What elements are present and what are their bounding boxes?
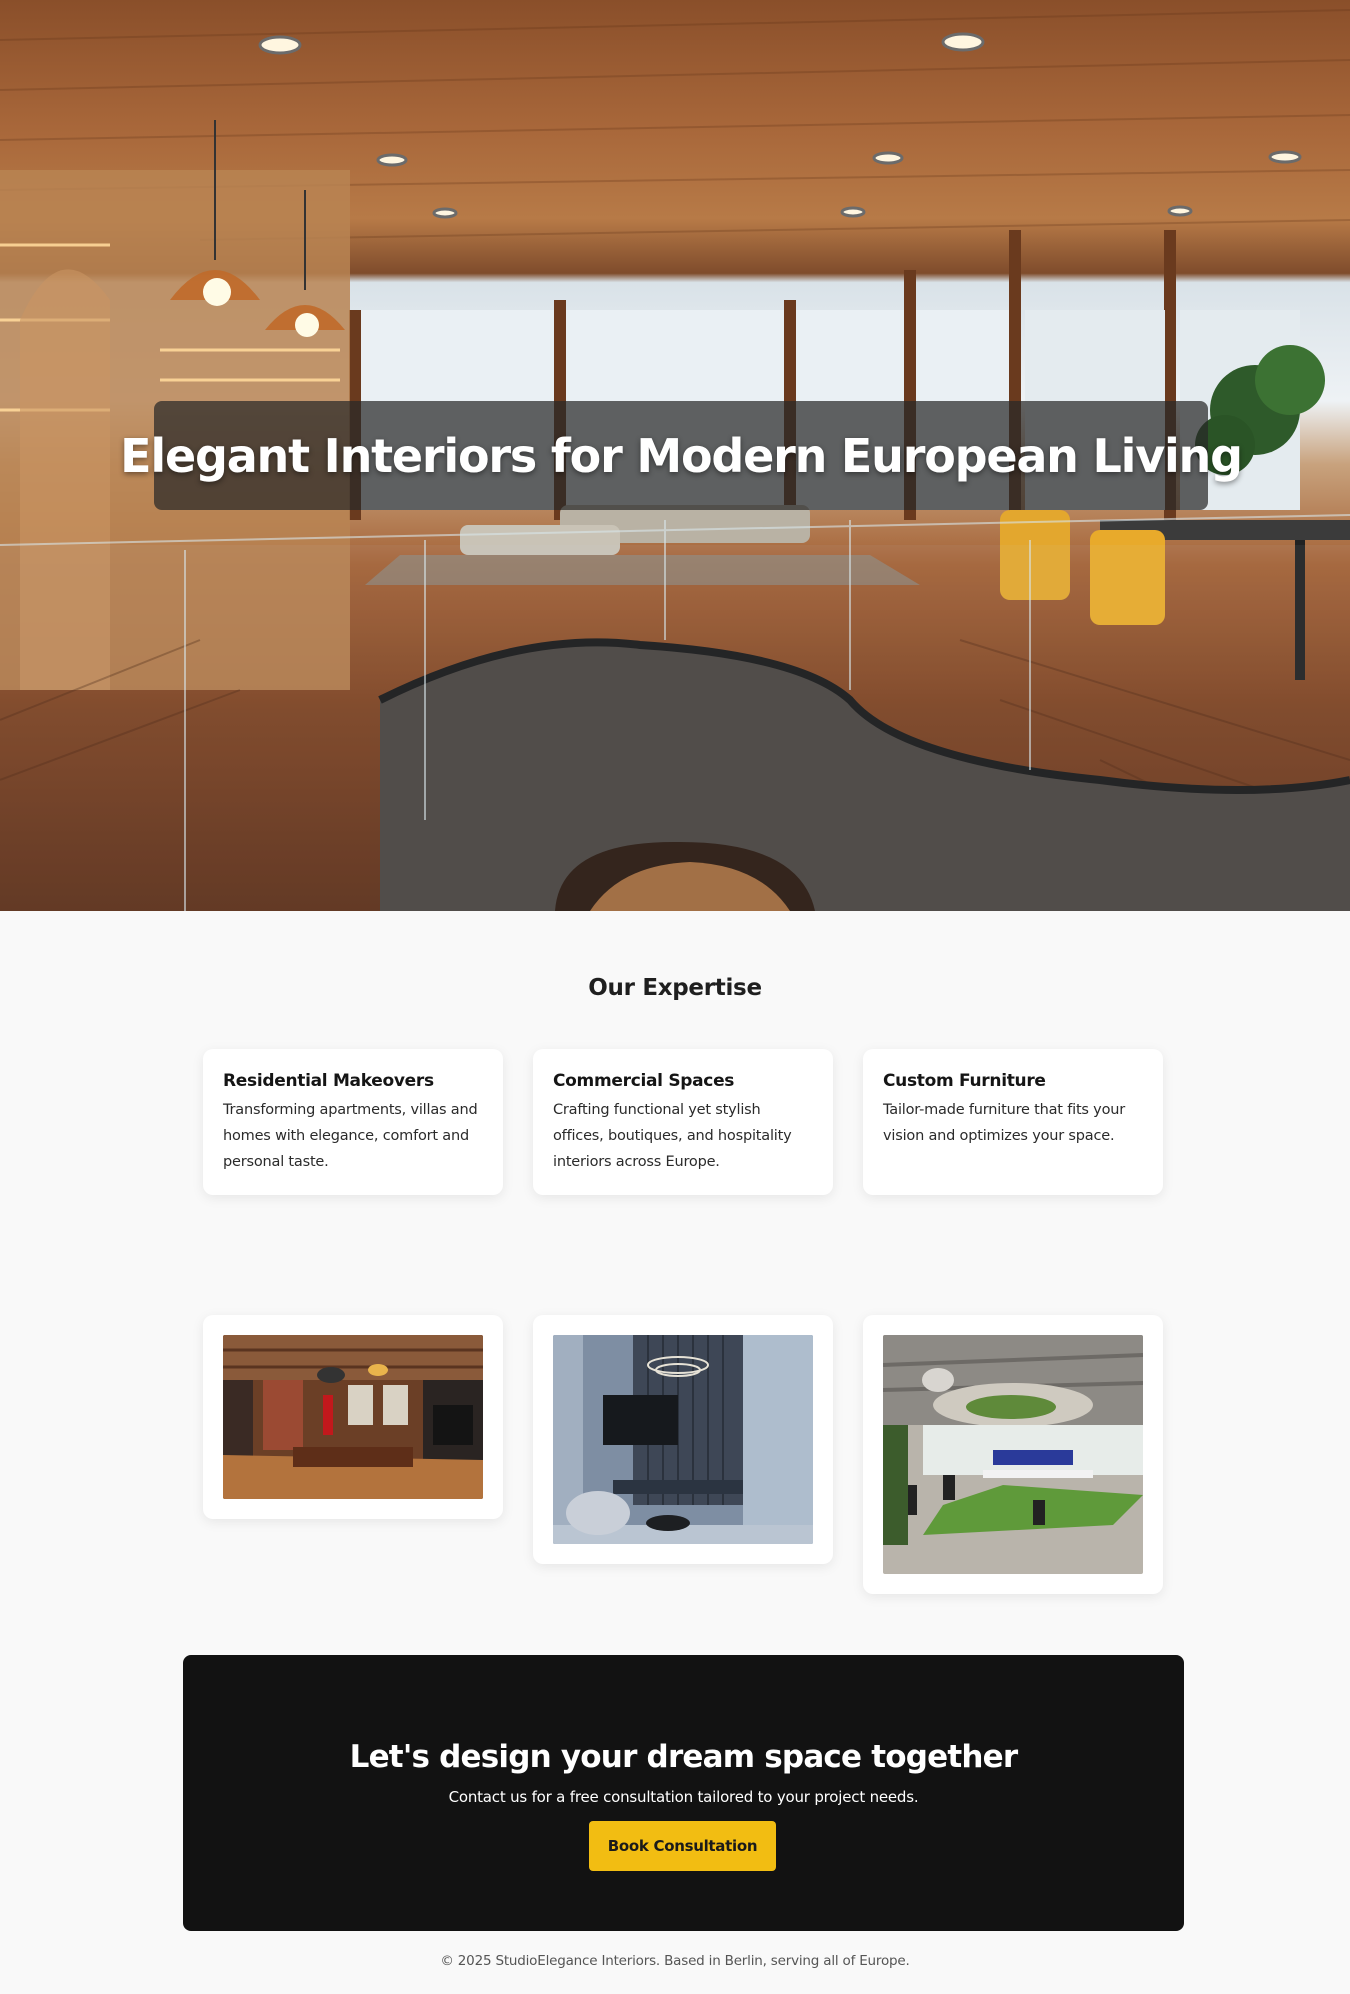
footer-text: © 2025 StudioElegance Interiors. Based i… (440, 1953, 910, 1969)
service-card-title: Custom Furniture (883, 1071, 1046, 1091)
cta-subtitle: Contact us for a free consultation tailo… (448, 1788, 919, 1806)
cta-title: Let's design your dream space together (349, 1739, 1019, 1775)
gallery-image-loft (223, 1335, 483, 1499)
service-card-furniture: Custom Furniture Tailor-made furniture t… (863, 1049, 1163, 1195)
gallery-card-loft (203, 1315, 503, 1519)
cta-section: Let's design your dream space together C… (183, 1655, 1184, 1931)
gallery-card-living-room (533, 1315, 833, 1564)
hero-banner: Elegant Interiors for Modern European Li… (120, 401, 1243, 510)
gallery-card-office (863, 1315, 1163, 1594)
hero-section: Elegant Interiors for Modern European Li… (0, 0, 1350, 911)
hero-title: Elegant Interiors for Modern European Li… (120, 428, 1243, 483)
expertise-title: Our Expertise (588, 975, 762, 1001)
gallery-image-living-room (553, 1335, 813, 1544)
service-card-text: Transforming apartments, villas and home… (223, 1102, 478, 1170)
service-card-title: Residential Makeovers (223, 1071, 434, 1091)
service-card-commercial: Commercial Spaces Crafting functional ye… (533, 1049, 833, 1195)
gallery-image-office (883, 1335, 1143, 1574)
service-card-text: Crafting functional yet stylish offices,… (553, 1102, 792, 1170)
service-card-text: Tailor-made furniture that fits your vis… (883, 1102, 1125, 1144)
service-card-residential: Residential Makeovers Transforming apart… (203, 1049, 503, 1195)
service-card-title: Commercial Spaces (553, 1071, 735, 1091)
book-consultation-button[interactable]: Book Consultation (589, 1821, 776, 1871)
